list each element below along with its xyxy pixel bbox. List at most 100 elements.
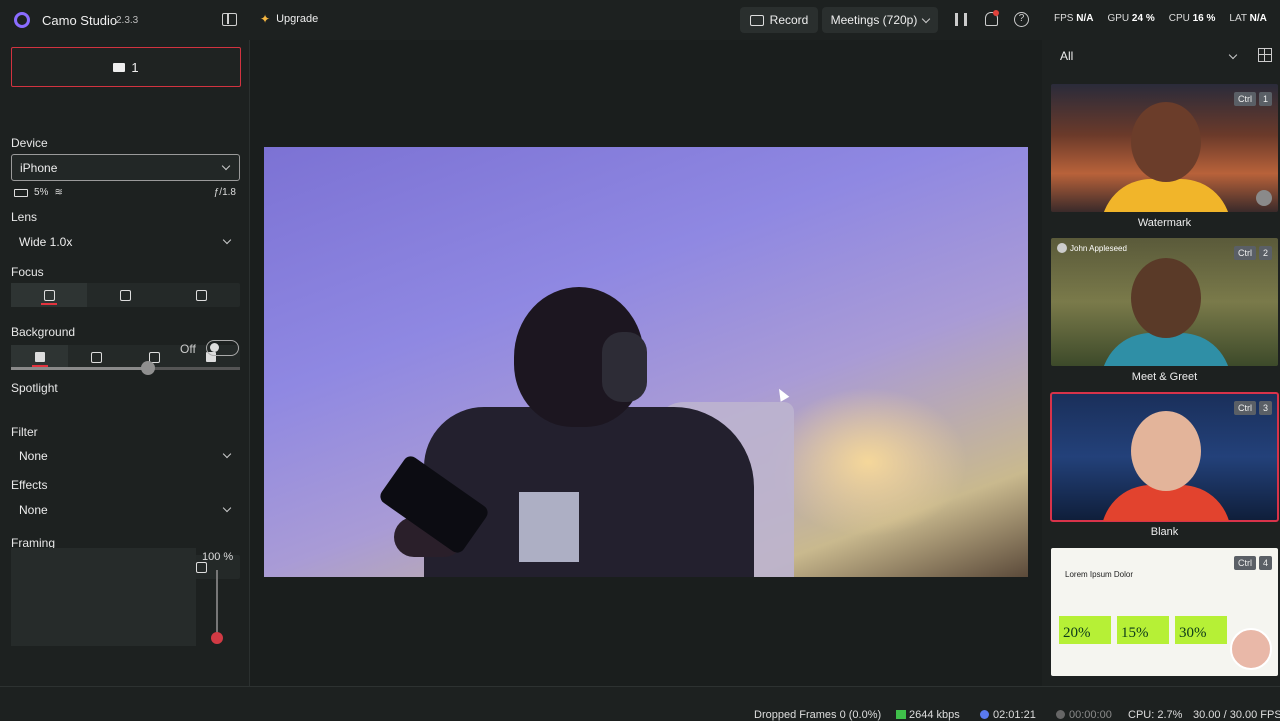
spotlight-toggle[interactable] bbox=[206, 340, 239, 356]
chevron-down-icon bbox=[221, 161, 231, 171]
effects-dropdown[interactable]: None bbox=[11, 496, 240, 523]
scene-shortcut: Ctrl 4 bbox=[1233, 556, 1272, 570]
avatar bbox=[1057, 243, 1067, 253]
bitrate: 2644 kbps bbox=[896, 709, 960, 721]
camera-preview bbox=[264, 147, 1028, 577]
stream-icon bbox=[980, 710, 989, 719]
chevron-down-icon bbox=[222, 235, 232, 245]
scene-card[interactable]: Lorem Ipsum Dolor 20% 15% 30% Ctrl 4 bbox=[1051, 548, 1278, 676]
record-icon bbox=[749, 14, 764, 26]
device-info: 5% ≋ ƒ/1.8 bbox=[14, 187, 236, 198]
chevron-down-icon bbox=[1228, 50, 1238, 59]
lens-dropdown[interactable]: Wide 1.0x bbox=[11, 228, 240, 255]
upgrade-button[interactable]: ✦ Upgrade bbox=[260, 12, 318, 26]
filter-value: None bbox=[19, 448, 48, 463]
pause-icon[interactable] bbox=[955, 13, 967, 26]
output-preset-label: Meetings (720p) bbox=[830, 13, 918, 27]
notification-dot bbox=[993, 10, 999, 16]
battery-level: 5% bbox=[34, 187, 49, 198]
lamp-glow bbox=[768, 387, 968, 537]
output-fps: 30.00 / 30.00 FPS bbox=[1193, 709, 1280, 721]
upgrade-label: Upgrade bbox=[276, 13, 319, 25]
person-icon bbox=[34, 352, 45, 362]
focus-auto-button[interactable] bbox=[11, 283, 88, 307]
scene-card[interactable]: John Appleseed Ctrl 2 Meet & Greet bbox=[1051, 238, 1278, 383]
watermark-icon bbox=[1256, 190, 1272, 206]
camera-source-tile[interactable]: 1 bbox=[11, 47, 241, 87]
chevron-down-icon bbox=[922, 14, 931, 23]
scene-shortcut: Ctrl 3 bbox=[1233, 401, 1272, 415]
autofocus-icon bbox=[43, 289, 55, 301]
filter-dropdown[interactable]: None bbox=[11, 442, 240, 469]
scene-thumbnail: John Appleseed Ctrl 2 bbox=[1051, 238, 1278, 366]
wifi-icon: ≋ bbox=[54, 187, 63, 198]
zoom-slider[interactable] bbox=[216, 570, 218, 640]
spotlight-state: Off bbox=[180, 342, 196, 356]
filter-label: Filter bbox=[11, 425, 38, 439]
scene-thumbnail-selected: Ctrl 3 bbox=[1050, 392, 1279, 522]
preview-headphones bbox=[602, 332, 647, 402]
scene-person-face bbox=[1131, 102, 1201, 182]
record-status-icon bbox=[1056, 710, 1065, 719]
slide-title: Lorem Ipsum Dolor bbox=[1065, 570, 1134, 579]
sidebar-toggle-icon[interactable] bbox=[222, 13, 237, 26]
scene-person-torso bbox=[1101, 179, 1231, 212]
grid-view-icon[interactable] bbox=[1258, 48, 1272, 62]
device-label: Device bbox=[11, 136, 48, 150]
zoom-slider-knob[interactable] bbox=[211, 632, 223, 644]
focus-label: Focus bbox=[11, 265, 44, 279]
scene-filter-value: All bbox=[1060, 49, 1074, 63]
background-blur-button[interactable] bbox=[68, 345, 125, 369]
spotlight-label: Spotlight bbox=[11, 381, 58, 395]
slide-stat: 20% bbox=[1059, 616, 1111, 644]
scene-card[interactable]: Ctrl 3 Blank bbox=[1050, 392, 1279, 538]
device-dropdown[interactable]: iPhone bbox=[11, 154, 240, 181]
face-framing-icon bbox=[196, 561, 208, 573]
lens-value: Wide 1.0x bbox=[19, 234, 73, 249]
record-label: Record bbox=[769, 13, 809, 27]
spotlight-slider-fill bbox=[11, 367, 149, 370]
app-version: 2.3.3 bbox=[116, 15, 139, 26]
battery-icon bbox=[14, 188, 28, 197]
scene-person-face bbox=[1131, 258, 1201, 338]
cpu-usage: CPU: 2.7% bbox=[1128, 709, 1183, 721]
scene-person-face bbox=[1131, 411, 1201, 491]
framing-preview[interactable] bbox=[11, 548, 196, 646]
camera-icon bbox=[113, 62, 126, 72]
status-bar: Dropped Frames 0 (0.0%) 2644 kbps 02:01:… bbox=[0, 686, 1280, 721]
scene-name: Watermark bbox=[1137, 217, 1192, 229]
app-name: Camo Studio bbox=[42, 13, 118, 28]
record-button[interactable]: Record bbox=[740, 7, 818, 33]
performance-stats: FPS N/A GPU 24 % CPU 16 % LAT N/A bbox=[1054, 13, 1267, 24]
slide-stat: 30% bbox=[1175, 616, 1227, 644]
zoom-level: 100 % bbox=[202, 551, 234, 563]
scene-shortcut: Ctrl 2 bbox=[1233, 246, 1272, 260]
dropped-frames: Dropped Frames 0 (0.0%) bbox=[754, 709, 882, 721]
scene-name: Meet & Greet bbox=[1131, 371, 1198, 383]
focus-mode-segment bbox=[11, 283, 240, 307]
blur-icon bbox=[91, 351, 103, 363]
gpu-stat: GPU 24 % bbox=[1107, 13, 1155, 24]
fps-stat: FPS N/A bbox=[1054, 13, 1094, 24]
stream-time: 02:01:21 bbox=[980, 709, 1036, 721]
focus-face-button[interactable] bbox=[87, 283, 163, 307]
lat-stat: LAT N/A bbox=[1229, 13, 1267, 24]
scene-thumbnail: Ctrl 1 bbox=[1051, 84, 1278, 212]
presenter-bubble bbox=[1230, 628, 1272, 670]
chevron-down-icon bbox=[222, 503, 232, 513]
focus-manual-button[interactable] bbox=[164, 283, 240, 307]
scene-card[interactable]: Ctrl 1 Watermark bbox=[1051, 84, 1278, 229]
scene-thumbnail: Lorem Ipsum Dolor 20% 15% 30% Ctrl 4 bbox=[1051, 548, 1278, 676]
output-preset-dropdown[interactable]: Meetings (720p) bbox=[822, 7, 938, 33]
help-icon[interactable]: ? bbox=[1014, 12, 1029, 27]
camo-logo-icon bbox=[14, 12, 30, 28]
signal-icon bbox=[896, 710, 906, 719]
background-none-button[interactable] bbox=[11, 345, 69, 369]
slide-stat: 15% bbox=[1117, 616, 1169, 644]
effects-value: None bbox=[19, 502, 48, 517]
device-value: iPhone bbox=[20, 160, 58, 175]
camera-source-number: 1 bbox=[131, 59, 139, 75]
aperture-value: ƒ/1.8 bbox=[213, 187, 236, 198]
scene-filter-dropdown[interactable]: All bbox=[1052, 44, 1244, 68]
active-indicator bbox=[41, 303, 58, 305]
